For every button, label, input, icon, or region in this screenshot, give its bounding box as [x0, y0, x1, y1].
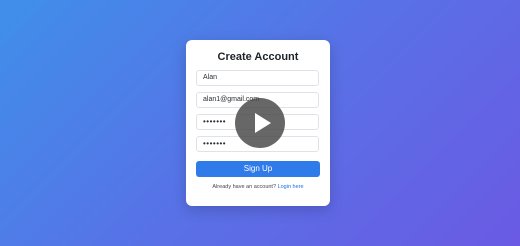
sign-up-button[interactable]: Sign Up [196, 161, 320, 177]
login-prompt-text: Already have an account? [212, 184, 277, 190]
play-icon [255, 113, 271, 133]
name-input[interactable]: Alan [196, 70, 319, 86]
play-button[interactable] [235, 98, 285, 148]
login-prompt: Already have an account? Login here [186, 183, 330, 191]
login-link[interactable]: Login here [278, 184, 304, 190]
form-title: Create Account [217, 51, 299, 63]
